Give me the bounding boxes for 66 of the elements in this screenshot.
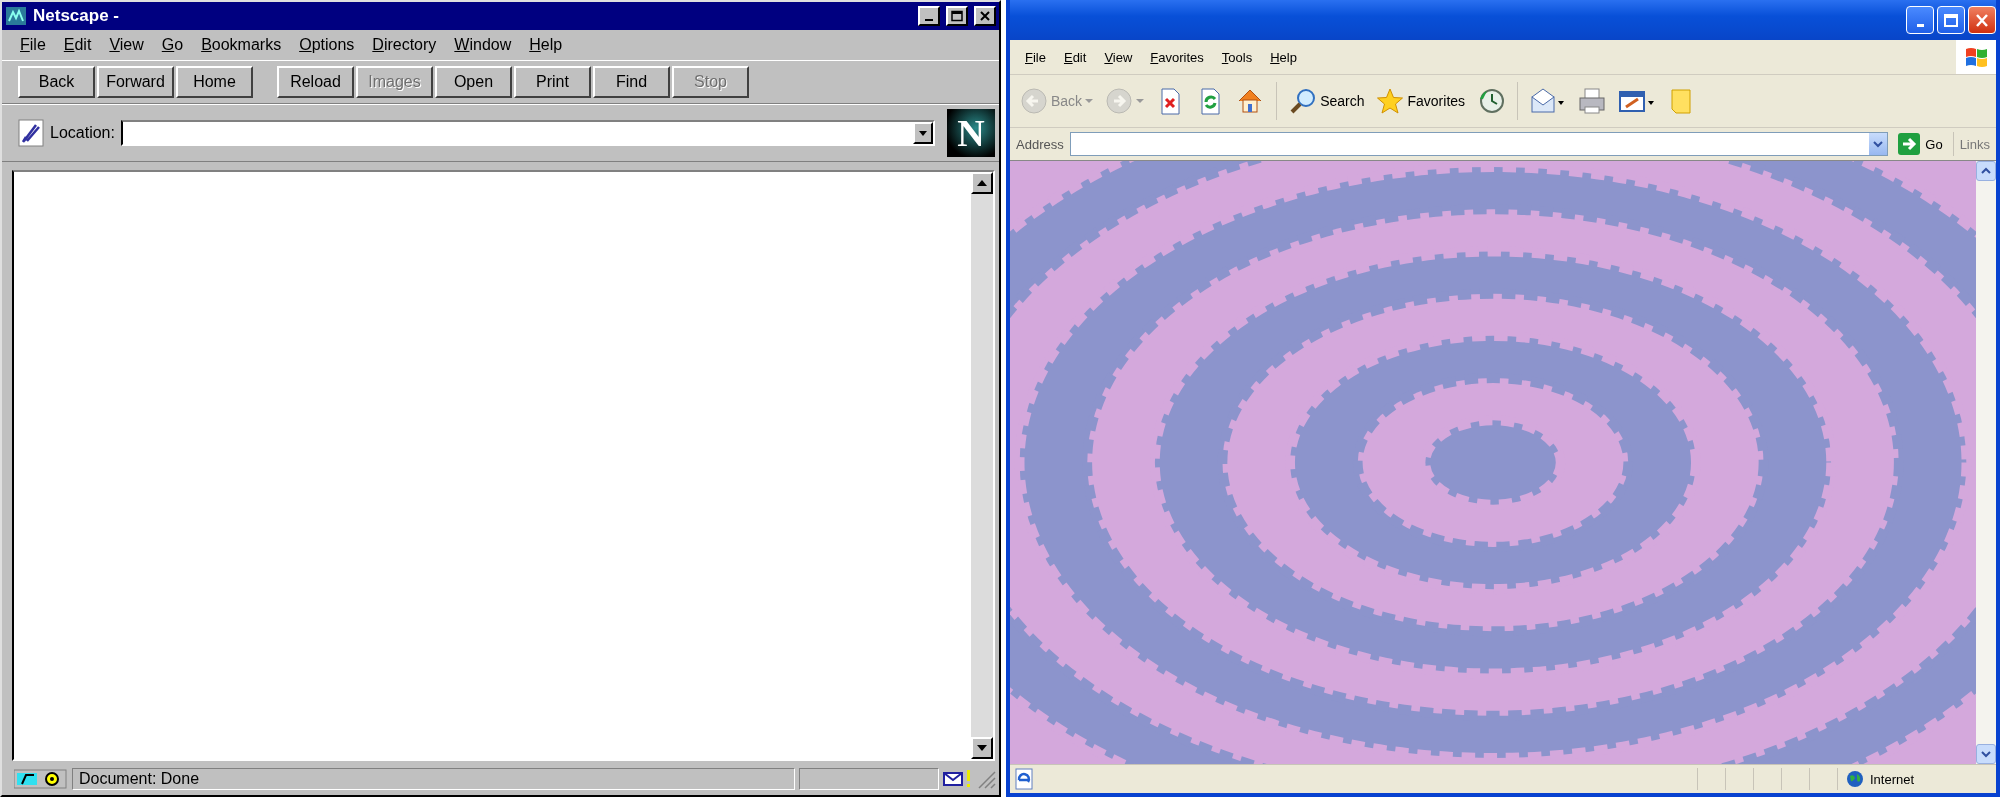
location-label: Location:	[50, 124, 115, 142]
minimize-button[interactable]	[918, 6, 940, 26]
toolbar-button[interactable]: Forward	[97, 66, 174, 98]
zone-text: Internet	[1870, 771, 1915, 787]
search-icon	[1289, 87, 1318, 115]
security-icon	[14, 768, 68, 790]
window-title: Netscape -	[33, 6, 120, 26]
windows-flag-icon	[1963, 45, 1989, 69]
maximize-button[interactable]	[946, 6, 968, 26]
toolbar-button[interactable]: Find	[593, 66, 670, 98]
back-icon	[1020, 87, 1048, 115]
location-field[interactable]	[120, 120, 935, 146]
search-button[interactable]: Search	[1287, 85, 1367, 117]
menu-item[interactable]: File	[10, 36, 54, 54]
favorites-button[interactable]: Favorites	[1374, 85, 1468, 117]
dropdown-arrow-icon	[1085, 99, 1094, 103]
scrollbar[interactable]	[971, 172, 993, 759]
go-button[interactable]: Go	[1894, 133, 1947, 155]
clock-icon	[1477, 87, 1506, 115]
menu-item[interactable]: Tools	[1212, 49, 1262, 65]
window-app-icon	[5, 6, 27, 26]
maximize-icon	[950, 10, 964, 22]
toolbar-button[interactable]: Print	[514, 66, 591, 98]
bookmark-icon	[18, 119, 44, 147]
scroll-down-icon	[1981, 750, 1991, 758]
close-icon	[978, 10, 992, 22]
links-label[interactable]: Links	[1952, 132, 1996, 156]
menu-item[interactable]: Favorites	[1141, 49, 1213, 65]
globe-icon	[1846, 770, 1864, 788]
minimize-icon	[925, 19, 933, 21]
menu-item[interactable]: Window	[444, 36, 520, 54]
status-text: Document: Done	[79, 770, 200, 788]
star-icon	[1376, 87, 1405, 115]
menu-item[interactable]: Go	[151, 36, 192, 54]
dropdown-arrow-icon	[1136, 99, 1145, 103]
close-button[interactable]	[974, 6, 996, 26]
scroll-down-icon	[976, 744, 988, 752]
menu-item[interactable]: View	[1095, 49, 1142, 65]
printer-icon	[1578, 87, 1607, 115]
scroll-up-icon	[1981, 167, 1991, 175]
menu-item[interactable]: Bookmarks	[191, 36, 290, 54]
menu-item[interactable]: File	[1016, 49, 1055, 65]
menu-item[interactable]: View	[99, 36, 152, 54]
toolbar-button[interactable]: Back	[18, 66, 95, 98]
menu-item[interactable]: Directory	[362, 36, 445, 54]
menu-item[interactable]: Options	[289, 36, 363, 54]
toolbar-button[interactable]: Reload	[277, 66, 354, 98]
menu-item[interactable]: Edit	[53, 36, 100, 54]
address-field[interactable]	[1069, 132, 1889, 156]
close-icon	[1974, 12, 1990, 28]
dropdown-arrow-icon	[918, 129, 928, 137]
mail-envelope-icon	[1530, 87, 1567, 115]
maximize-icon	[1943, 12, 1959, 28]
toolbar-button[interactable]: Home	[176, 66, 253, 98]
menu-item[interactable]: Help	[1261, 49, 1306, 65]
scroll-up-icon	[976, 179, 988, 187]
toolbar-button[interactable]: Open	[435, 66, 512, 98]
forward-icon	[1105, 87, 1134, 115]
page-icon	[1014, 768, 1034, 790]
minimize-icon	[1916, 23, 1924, 27]
mail-alert-icon	[943, 770, 971, 788]
address-label: Address	[1016, 136, 1064, 152]
menu-item[interactable]: Help	[519, 36, 571, 54]
menu-item[interactable]: Edit	[1054, 49, 1096, 65]
scrollbar[interactable]	[1976, 161, 1996, 764]
browser-logo: N	[947, 109, 995, 157]
